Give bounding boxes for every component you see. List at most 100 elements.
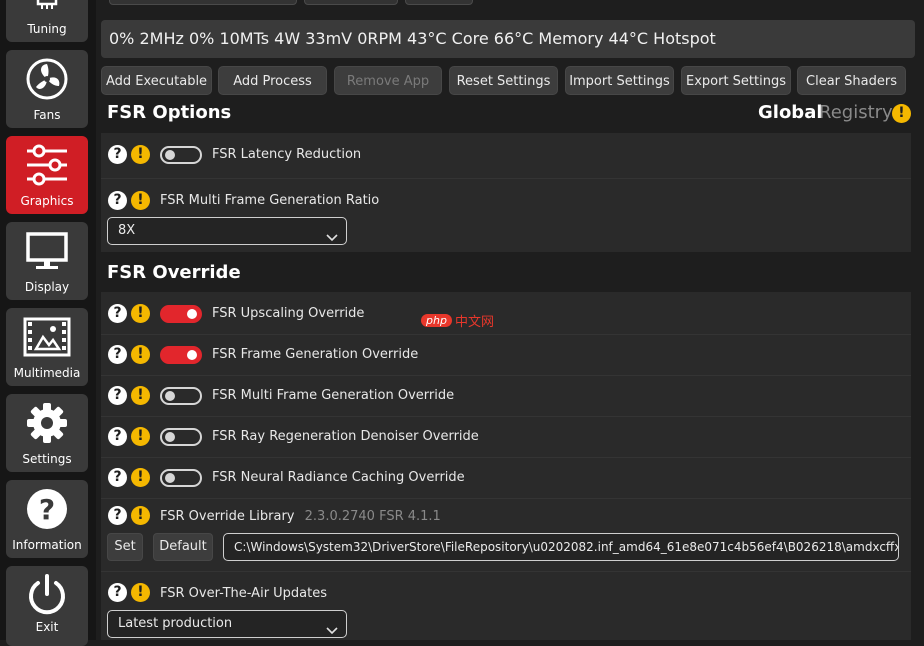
chip-icon: [6, 0, 88, 10]
row-divider: [101, 178, 911, 179]
warning-icon: !: [131, 386, 150, 405]
row-divider: [101, 457, 911, 458]
sidebar-item-multimedia[interactable]: Multimedia: [6, 308, 88, 386]
toggle-knob: [187, 350, 197, 360]
fsr-mfg-override-toggle[interactable]: [160, 387, 202, 405]
row-divider: [101, 498, 911, 499]
warning-icon: !: [892, 104, 911, 123]
film-icon: [6, 315, 88, 359]
fsr-upscaling-override-toggle[interactable]: [160, 305, 202, 323]
top-control[interactable]: [109, 0, 297, 5]
toggle-knob: [165, 150, 175, 160]
warning-icon: !: [131, 191, 150, 210]
row-divider: [101, 416, 911, 417]
fsr-mfg-ratio-dropdown[interactable]: 8X: [107, 217, 347, 245]
set-library-button[interactable]: Set: [107, 533, 143, 561]
library-path-field[interactable]: C:\Windows\System32\DriverStore\FileRepo…: [223, 533, 899, 561]
chevron-down-icon: [326, 226, 338, 252]
toggle-knob: [165, 432, 175, 442]
fsr-override-library-label: FSR Override Library 2.3.0.2740 FSR 4.1.…: [160, 509, 441, 524]
help-icon[interactable]: ?: [108, 304, 127, 323]
help-icon[interactable]: ?: [108, 468, 127, 487]
row-divider: [101, 375, 911, 376]
import-settings-button[interactable]: Import Settings: [565, 66, 674, 95]
help-icon[interactable]: ?: [108, 386, 127, 405]
fsr-latency-reduction-toggle[interactable]: [160, 146, 202, 164]
sidebar-item-label: Graphics: [20, 194, 74, 208]
sidebar: Tuning Fans Graphics Display Multimedia …: [0, 0, 96, 646]
watermark: php 中文网: [421, 311, 494, 330]
fan-icon: [6, 57, 88, 101]
sidebar-item-tuning[interactable]: Tuning: [6, 0, 88, 42]
fsr-options-title: FSR Options: [107, 102, 232, 123]
sidebar-item-label: Information: [12, 538, 82, 552]
sidebar-item-display[interactable]: Display: [6, 222, 88, 300]
sidebar-item-information[interactable]: ? Information: [6, 480, 88, 558]
warning-icon: !: [131, 506, 150, 525]
monitor-icon: [6, 229, 88, 273]
sliders-icon: [6, 143, 88, 187]
warning-icon: !: [131, 427, 150, 446]
export-settings-button[interactable]: Export Settings: [681, 66, 791, 95]
sidebar-item-settings[interactable]: Settings: [6, 394, 88, 472]
fsr-upscaling-override-label: FSR Upscaling Override: [212, 306, 365, 321]
registry-mode-tab[interactable]: Registry: [819, 102, 893, 123]
warning-icon: !: [131, 583, 150, 602]
library-version: 2.3.0.2740 FSR 4.1.1: [304, 509, 441, 524]
fsr-frame-generation-override-label: FSR Frame Generation Override: [212, 347, 419, 362]
gear-icon: [6, 401, 88, 445]
help-icon[interactable]: ?: [108, 583, 127, 602]
row-divider: [101, 334, 911, 335]
dropdown-value: 8X: [118, 223, 136, 238]
toggle-knob: [165, 473, 175, 483]
watermark-text: 中文网: [454, 315, 494, 330]
help-icon[interactable]: ?: [108, 427, 127, 446]
watermark-logo: php: [421, 314, 452, 327]
power-icon: [6, 573, 88, 617]
top-control[interactable]: [304, 0, 398, 5]
toggle-knob: [165, 391, 175, 401]
warning-icon: !: [131, 304, 150, 323]
warning-icon: !: [131, 345, 150, 364]
help-icon[interactable]: ?: [108, 506, 127, 525]
dropdown-value: Latest production: [118, 616, 233, 631]
add-process-button[interactable]: Add Process: [218, 66, 327, 95]
fsr-ota-updates-dropdown[interactable]: Latest production: [107, 610, 347, 638]
sidebar-item-label: Tuning: [27, 22, 67, 36]
row-divider: [101, 571, 911, 572]
question-icon: ?: [6, 487, 88, 531]
fsr-frame-generation-override-toggle[interactable]: [160, 346, 202, 364]
help-icon[interactable]: ?: [108, 145, 127, 164]
fsr-neural-radiance-caching-label: FSR Neural Radiance Caching Override: [212, 470, 465, 485]
sidebar-item-graphics[interactable]: Graphics: [6, 136, 88, 214]
top-control[interactable]: [405, 0, 473, 5]
fsr-ray-regeneration-label: FSR Ray Regeneration Denoiser Override: [212, 429, 479, 444]
fsr-override-title: FSR Override: [107, 262, 241, 283]
remove-app-button[interactable]: Remove App: [334, 66, 442, 95]
sidebar-item-exit[interactable]: Exit: [6, 566, 88, 646]
telemetry-status-bar: 0% 2MHz 0% 10MTs 4W 33mV 0RPM 43°C Core …: [101, 20, 915, 58]
sidebar-item-label: Exit: [35, 620, 59, 634]
default-library-button[interactable]: Default: [153, 533, 213, 561]
reset-settings-button[interactable]: Reset Settings: [449, 66, 558, 95]
warning-icon: !: [131, 145, 150, 164]
fsr-neural-radiance-caching-toggle[interactable]: [160, 469, 202, 487]
sidebar-item-label: Fans: [33, 108, 61, 122]
sidebar-item-label: Multimedia: [13, 366, 81, 380]
chevron-down-icon: [326, 619, 338, 645]
help-icon[interactable]: ?: [108, 345, 127, 364]
fsr-latency-reduction-label: FSR Latency Reduction: [212, 147, 362, 162]
sidebar-item-fans[interactable]: Fans: [6, 50, 88, 128]
sidebar-item-label: Display: [24, 280, 70, 294]
library-label-text: FSR Override Library: [160, 509, 295, 524]
svg-text:?: ?: [39, 493, 55, 526]
toggle-knob: [187, 309, 197, 319]
global-mode-tab[interactable]: Global: [758, 102, 823, 123]
help-icon[interactable]: ?: [108, 191, 127, 210]
fsr-mfg-override-label: FSR Multi Frame Generation Override: [212, 388, 455, 403]
clear-shaders-button[interactable]: Clear Shaders: [797, 66, 906, 95]
fsr-ota-updates-label: FSR Over-The-Air Updates: [160, 586, 328, 601]
fsr-ray-regeneration-toggle[interactable]: [160, 428, 202, 446]
add-executable-button[interactable]: Add Executable: [101, 66, 212, 95]
fsr-mfg-ratio-label: FSR Multi Frame Generation Ratio: [160, 193, 380, 208]
